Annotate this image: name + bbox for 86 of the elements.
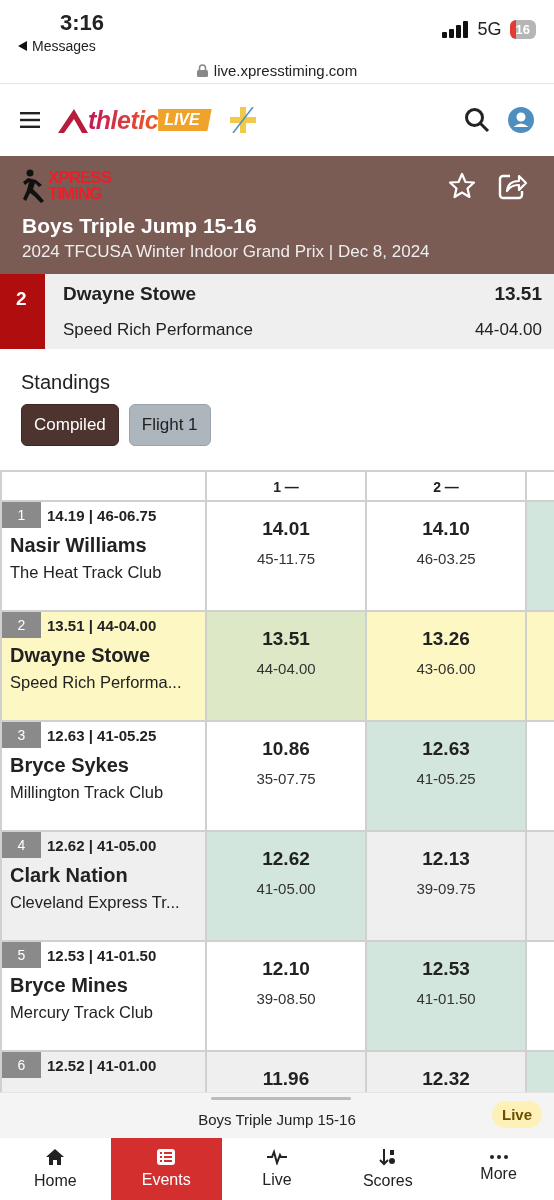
attempt-mark: 13.51 [262,628,310,650]
best-mark: 13.51 | 44-04.00 [47,616,157,634]
mini-player-bar[interactable]: Boys Triple Jump 15-16 Live [0,1092,554,1138]
athlete-name: Clark Nation [9,864,129,887]
attempt-mark: 11.96 [262,1068,310,1090]
attempt-mark: 14.01 [262,518,310,540]
attempt-mark: 14.10 [422,518,470,540]
attempt-mark: 13.26 [422,628,470,650]
attempt-imperial-mark: 35-07.75 [256,770,316,787]
clock-time: 3:16 [60,10,105,36]
mini-player-title: Boys Triple Jump 15-16 [198,1111,356,1128]
team-name: Cleveland Express Tr... [9,893,181,912]
event-title: Boys Triple Jump 15-16 [22,214,258,238]
rank-badge: 2 [2,612,41,638]
team-name: Millington Track Club [9,783,165,802]
plus-icon [229,107,256,133]
back-link[interactable]: Messages [18,38,96,54]
athlete-name: Dwayne Stowe [63,283,198,306]
tab-bar-item[interactable]: Events [110,1138,222,1200]
attempt-mark: 12.63 [422,738,470,760]
rank-badge: 1 [2,502,41,528]
athlete-mark: 13.51 [493,283,542,306]
filter-button[interactable]: Flight 1 [128,404,211,446]
drag-handle[interactable] [211,1097,351,1100]
logo-badge: LIVE [158,109,212,131]
attempt-imperial-mark: 39-09.75 [416,880,476,897]
pulse-icon [266,1149,288,1165]
athlete-imperial-mark: 44-04.00 [474,320,542,341]
best-mark: 14.19 | 46-06.75 [47,506,157,524]
best-mark: 12.53 | 41-01.50 [47,946,157,964]
home-icon [45,1148,66,1166]
menu-icon[interactable] [20,112,40,128]
back-icon [18,41,28,51]
url-text[interactable]: live.xpresstiming.com [213,62,358,79]
attempt-imperial-mark: 39-08.50 [256,990,316,1007]
list-icon [157,1149,176,1165]
live-badge: Live [492,1101,542,1128]
search-icon[interactable] [464,107,490,133]
attempt-mark: 10.86 [262,738,310,760]
athlete-cell[interactable]: 4 12.62 | 41-05.00 Clark Nation Cleveland Express Tr... [0,832,207,942]
attempt-imperial-mark: 44-04.00 [256,660,316,677]
attempt-mark: 12.32 [422,1068,470,1090]
attempt-imperial-mark: 41-05.00 [256,880,316,897]
attempt-imperial-mark: 41-05.25 [416,770,476,787]
attempt-imperial-mark: 46-03.25 [416,550,476,567]
athlete-cell[interactable]: 6 12.52 | 41-01.00 [0,1052,207,1092]
best-mark: 12.62 | 41-05.00 [47,836,157,854]
best-mark: 12.52 | 41-01.00 [47,1056,157,1074]
event-subtitle: 2024 TFCUSA Winter Indoor Grand Prix | Dec 8, 2024 [22,242,431,262]
place-badge: 2 [0,274,45,349]
more-icon [489,1155,508,1159]
filter-button[interactable]: Compiled [21,404,119,446]
sort-icon [378,1148,397,1166]
network-label: 5G [477,18,502,40]
athlete-name: Bryce Mines [9,974,129,997]
account-icon[interactable] [508,107,534,133]
attempt-imperial-mark: 45-11.75 [256,550,316,567]
brand-text: TIMING [48,186,103,202]
attempt-mark: 12.13 [422,848,470,870]
attempt-imperial-mark: 43-06.00 [416,660,476,677]
rank-badge: 5 [2,942,41,968]
rank-badge: 6 [2,1052,41,1078]
athlete-name: Bryce Sykes [9,754,130,777]
attempt-mark: 12.62 [262,848,310,870]
team-name: The Heat Track Club [9,563,163,582]
best-mark: 12.63 | 41-05.25 [47,726,157,744]
battery-level: 16 [509,19,536,39]
rank-badge: 3 [2,722,41,748]
section-heading: Standings [21,371,111,394]
brand-text: XPRESS [48,170,111,186]
team-name: Speed Rich Performa... [9,673,183,692]
athlete-cell[interactable]: 2 13.51 | 44-04.00 Dwayne Stowe Speed Rich Performa... [0,612,207,722]
athlete-name: Nasir Williams [9,534,148,557]
signal-icon [441,20,470,38]
team-name: Mercury Track Club [9,1003,155,1022]
attempt-mark: 12.53 [422,958,470,980]
lock-icon [196,64,208,77]
athlete-cell[interactable]: 1 14.19 | 46-06.75 Nasir Williams The Heat Track Club [0,502,207,612]
athlete-cell[interactable]: 3 12.63 | 41-05.25 Bryce Sykes Millington Track Club [0,722,207,832]
logo-mark-icon [58,107,88,133]
athlete-team: Speed Rich Performance [63,320,254,341]
athlete-cell[interactable]: 5 12.53 | 41-01.50 Bryce Mines Mercury Track Club [0,942,207,1052]
athlete-name: Dwayne Stowe [9,644,152,667]
attempt-mark: 12.10 [262,958,310,980]
rank-badge: 4 [2,832,41,858]
attempt-imperial-mark: 41-01.50 [416,990,476,1007]
